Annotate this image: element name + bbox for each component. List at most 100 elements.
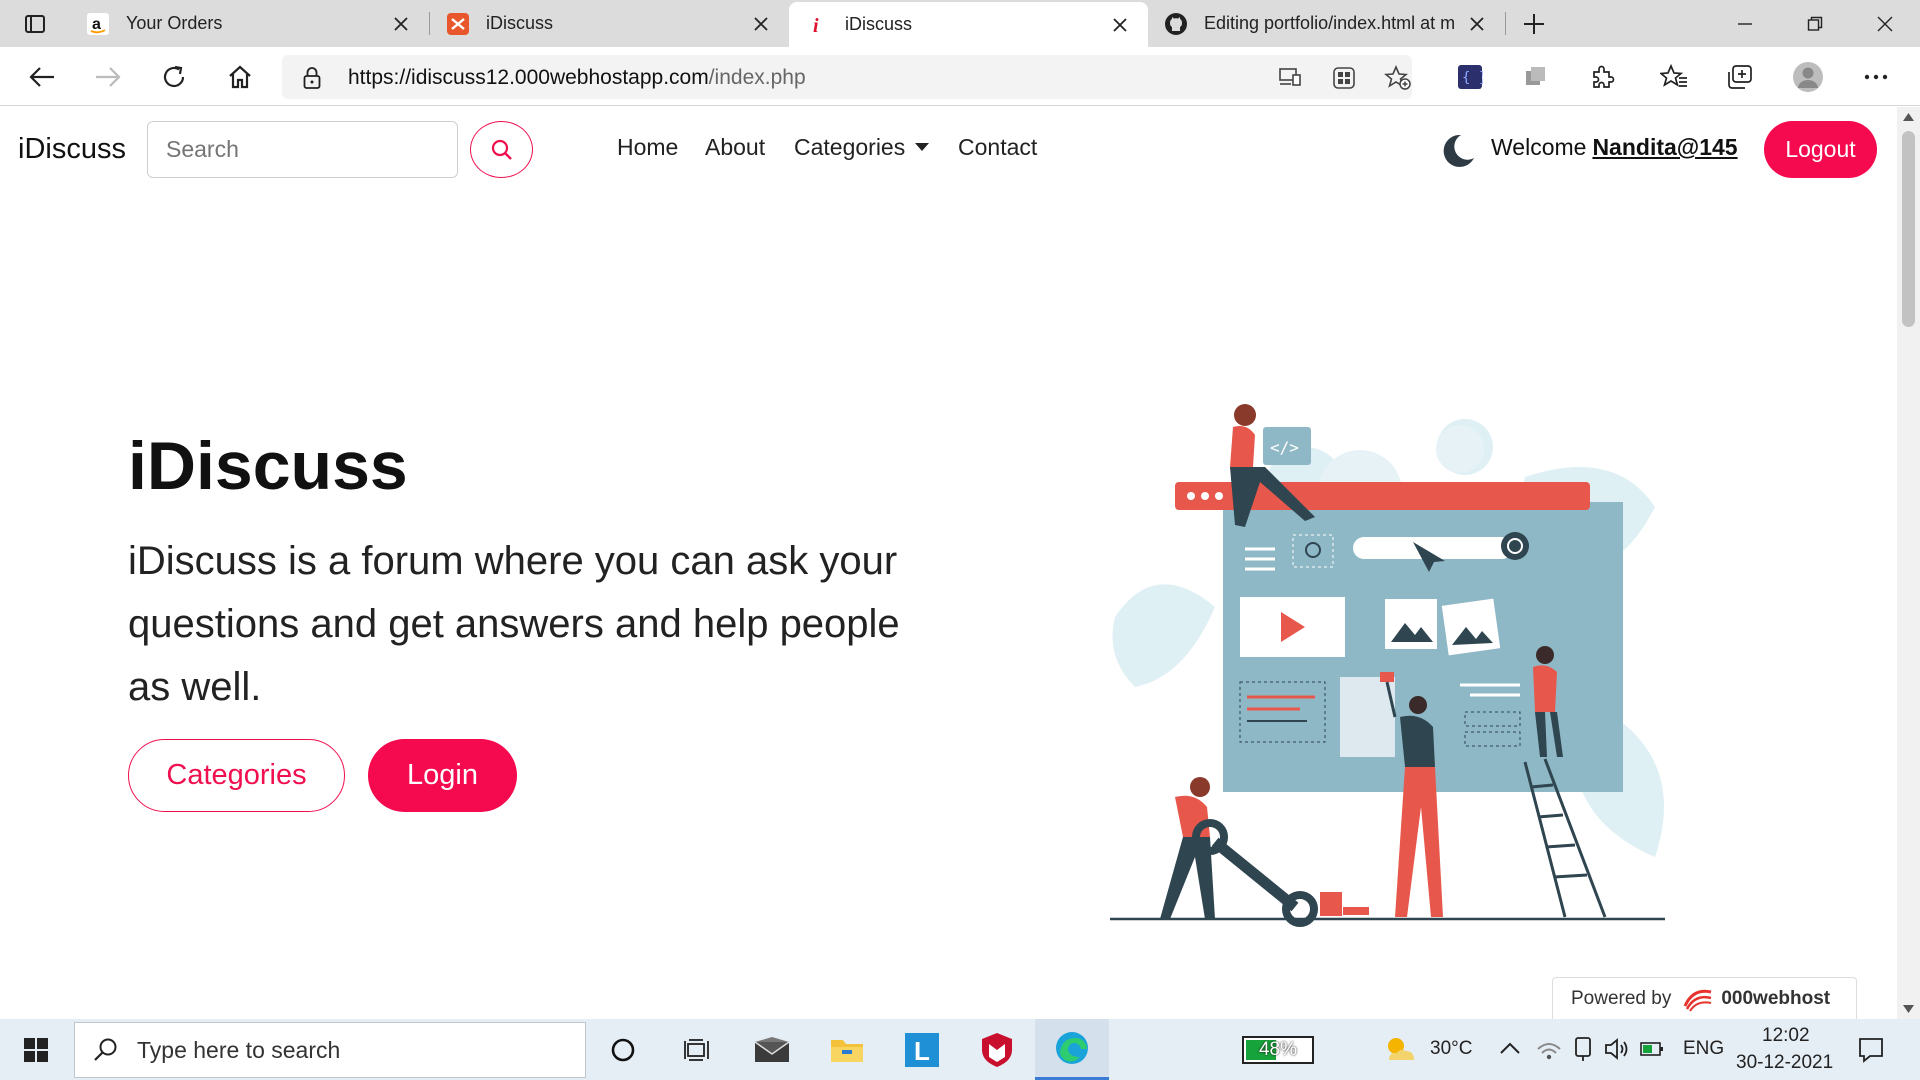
hero-description: iDiscuss is a forum where you can ask yo… bbox=[128, 539, 900, 709]
device-icon[interactable] bbox=[1572, 1036, 1594, 1062]
tab-actions-icon bbox=[25, 14, 45, 33]
chevron-up-icon[interactable] bbox=[1499, 1041, 1521, 1055]
webhost-logo-icon bbox=[1683, 989, 1712, 1012]
profile-button[interactable] bbox=[1790, 59, 1826, 95]
minimize-icon bbox=[1738, 22, 1752, 25]
settings-more-button[interactable] bbox=[1858, 59, 1894, 95]
browser-toolbar: https://idiscuss12.000webhostapp.com/ind… bbox=[0, 47, 1920, 106]
svg-text:</>: </> bbox=[1270, 438, 1299, 457]
mcafee-button[interactable] bbox=[960, 1019, 1034, 1080]
home-button[interactable] bbox=[222, 59, 258, 95]
url-domain: https://idiscuss12.000webhostapp.com bbox=[348, 66, 709, 89]
nav-about-link[interactable]: About bbox=[705, 134, 765, 161]
start-button[interactable] bbox=[0, 1019, 72, 1080]
windows-logo-icon bbox=[24, 1037, 48, 1062]
letter-l-app-icon: L bbox=[905, 1032, 939, 1067]
file-explorer-button[interactable] bbox=[810, 1019, 884, 1080]
edge-browser-button[interactable] bbox=[1035, 1019, 1109, 1080]
favorites-icon bbox=[1660, 64, 1687, 87]
app-l-button[interactable]: L bbox=[885, 1019, 959, 1080]
plus-icon bbox=[1524, 13, 1544, 34]
notification-icon[interactable] bbox=[1858, 1037, 1884, 1063]
categories-button[interactable]: Categories bbox=[128, 739, 345, 812]
github-icon bbox=[1164, 12, 1188, 36]
close-icon[interactable] bbox=[749, 12, 773, 36]
caret-down-icon bbox=[915, 142, 930, 151]
weather-sun-cloud-icon[interactable] bbox=[1383, 1034, 1417, 1064]
powered-by-badge[interactable]: Powered by 000webhost bbox=[1552, 977, 1857, 1019]
welcome-label: Welcome bbox=[1491, 134, 1587, 160]
page-scrollbar[interactable] bbox=[1897, 107, 1920, 1019]
language-indicator[interactable]: ENG bbox=[1683, 1038, 1724, 1060]
tab-title: Your Orders bbox=[126, 13, 223, 33]
back-arrow-icon bbox=[29, 67, 54, 87]
search-input[interactable] bbox=[147, 121, 458, 178]
add-favorite-icon[interactable] bbox=[1384, 65, 1412, 91]
battery-indicator[interactable]: 48% bbox=[1242, 1036, 1314, 1064]
tab-idiscuss-active[interactable]: i iDiscuss bbox=[789, 2, 1148, 47]
folder-icon bbox=[831, 1039, 863, 1062]
mail-icon bbox=[754, 1036, 790, 1062]
login-button[interactable]: Login bbox=[368, 739, 517, 812]
tab-your-orders[interactable]: a Your Orders bbox=[70, 0, 429, 47]
taskbar-search-box[interactable]: Type here to search bbox=[74, 1022, 586, 1078]
task-view-icon bbox=[684, 1038, 709, 1061]
nav-contact-link[interactable]: Contact bbox=[958, 134, 1037, 161]
refresh-button[interactable] bbox=[156, 59, 192, 95]
site-brand[interactable]: iDiscuss bbox=[18, 133, 126, 166]
restore-button[interactable] bbox=[1780, 0, 1850, 47]
copy-extension-icon bbox=[1526, 67, 1545, 85]
dark-mode-moon-icon[interactable] bbox=[1437, 131, 1477, 171]
close-icon[interactable] bbox=[389, 12, 413, 36]
tab-actions-button[interactable] bbox=[0, 0, 70, 47]
forward-button[interactable] bbox=[90, 59, 126, 95]
svg-text:{ }: { } bbox=[1462, 70, 1483, 86]
new-tab-button[interactable] bbox=[1506, 0, 1562, 47]
favorites-button[interactable] bbox=[1656, 59, 1692, 95]
minimize-button[interactable] bbox=[1710, 0, 1780, 47]
collections-button[interactable] bbox=[1722, 59, 1758, 95]
avatar-icon bbox=[1793, 62, 1823, 92]
username-link[interactable]: Nandita@145 bbox=[1592, 134, 1737, 160]
nav-categories-label: Categories bbox=[794, 134, 906, 160]
close-icon bbox=[1877, 16, 1893, 31]
address-bar[interactable]: https://idiscuss12.000webhostapp.com/ind… bbox=[282, 55, 1412, 99]
extensions-button[interactable] bbox=[1584, 59, 1620, 95]
search-icon bbox=[491, 139, 512, 160]
battery-charging-icon[interactable] bbox=[1640, 1040, 1664, 1058]
nav-categories-dropdown[interactable]: Categories bbox=[794, 134, 930, 161]
scroll-down-arrow-icon[interactable] bbox=[1903, 1005, 1914, 1013]
tab-github-editing[interactable]: Editing portfolio/index.html at m bbox=[1148, 0, 1505, 47]
hero-title: iDiscuss bbox=[128, 428, 408, 504]
task-view-button[interactable] bbox=[660, 1019, 734, 1080]
back-button[interactable] bbox=[24, 59, 60, 95]
mcafee-shield-icon bbox=[982, 1032, 1012, 1067]
windows-taskbar: Type here to search L 48% 30°C ENG 12:02… bbox=[0, 1019, 1920, 1080]
svg-text:L: L bbox=[914, 1036, 930, 1066]
logout-button[interactable]: Logout bbox=[1764, 121, 1877, 178]
scroll-thumb[interactable] bbox=[1902, 131, 1915, 327]
read-aloud-icon[interactable] bbox=[1278, 66, 1302, 88]
weather-temperature[interactable]: 30°C bbox=[1430, 1038, 1472, 1060]
collections-icon bbox=[1728, 65, 1752, 89]
powered-by-label: Powered by bbox=[1571, 987, 1672, 1009]
clock-time[interactable]: 12:02 bbox=[1762, 1025, 1810, 1047]
apps-icon[interactable] bbox=[1332, 66, 1356, 90]
nav-home-link[interactable]: Home bbox=[617, 134, 678, 161]
scroll-up-arrow-icon[interactable] bbox=[1903, 113, 1914, 121]
site-navbar: iDiscuss Home About Categories Contact W… bbox=[0, 107, 1897, 193]
wifi-icon[interactable] bbox=[1536, 1037, 1562, 1061]
close-window-button[interactable] bbox=[1850, 0, 1920, 47]
volume-icon[interactable] bbox=[1604, 1037, 1630, 1061]
mail-app-button[interactable] bbox=[735, 1019, 809, 1080]
cortana-button[interactable] bbox=[586, 1019, 660, 1080]
extension-copy-button[interactable] bbox=[1518, 59, 1554, 95]
search-button[interactable] bbox=[470, 121, 533, 178]
close-icon[interactable] bbox=[1465, 12, 1489, 36]
idiscuss-icon: i bbox=[805, 13, 829, 37]
extension-brackets-button[interactable]: { } bbox=[1452, 59, 1488, 95]
clock-date[interactable]: 30-12-2021 bbox=[1736, 1052, 1833, 1074]
close-icon[interactable] bbox=[1108, 13, 1132, 37]
tab-idiscuss-1[interactable]: iDiscuss bbox=[430, 0, 789, 47]
puzzle-icon bbox=[1593, 65, 1615, 88]
